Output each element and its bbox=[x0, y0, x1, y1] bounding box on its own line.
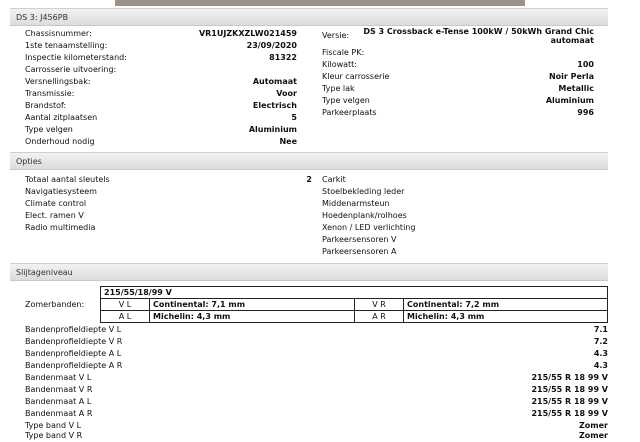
field-label: Type lak bbox=[322, 84, 355, 93]
tyre-brand-vr: Continental: 7,2 mm bbox=[403, 298, 608, 311]
wear-row: Bandenmaat A L 215/55 R 18 99 V bbox=[25, 397, 608, 406]
table-row: A L Michelin: 4,3 mm A R Michelin: 4,3 m… bbox=[100, 310, 608, 323]
field-versnellingsbak: Versnellingsbak: Automaat bbox=[25, 76, 297, 88]
field-value: Aluminium bbox=[248, 125, 297, 134]
field-value: 5 bbox=[291, 113, 297, 122]
field-type-velgen-right: Type velgen Aluminium bbox=[322, 95, 594, 107]
option-item: Totaal aantal sleutels 2 bbox=[25, 175, 312, 184]
option-item: Climate control bbox=[25, 199, 87, 208]
field-versie-label: Versie: bbox=[322, 31, 350, 40]
option-item: Stoelbekleding leder bbox=[322, 187, 405, 196]
option-item: Parkeersensoren A bbox=[322, 247, 397, 256]
wear-row: Bandenmaat A R 215/55 R 18 99 V bbox=[25, 409, 608, 418]
tyre-pos-al: A L bbox=[100, 310, 150, 323]
table-row: V L Continental: 7,1 mm V R Continental:… bbox=[100, 298, 608, 311]
field-value: 996 bbox=[577, 108, 594, 117]
option-item: Navigatiesysteem bbox=[25, 187, 97, 196]
option-item: Middenarmsteun bbox=[322, 199, 390, 208]
field-value: Automaat bbox=[252, 77, 297, 86]
tyre-brand-al: Michelin: 4,3 mm bbox=[149, 310, 355, 323]
tyre-brand-ar: Michelin: 4,3 mm bbox=[403, 310, 608, 323]
tyre-pos-vl: V L bbox=[100, 298, 150, 311]
option-item: Parkeersensoren V bbox=[322, 235, 397, 244]
field-zitplaatsen: Aantal zitplaatsen 5 bbox=[25, 112, 297, 124]
field-transmissie: Transmissie: Voor bbox=[25, 88, 297, 100]
option-item: Xenon / LED verlichting bbox=[322, 223, 416, 232]
tyre-brand-vl: Continental: 7,1 mm bbox=[149, 298, 355, 311]
field-chassisnummer: Chassisnummer: VR1UJZKXZLW021459 bbox=[25, 28, 297, 40]
field-label: 1ste tenaamstelling: bbox=[25, 41, 108, 50]
field-type-velgen: Type velgen Aluminium bbox=[25, 124, 297, 136]
tyre-pos-ar: A R bbox=[354, 310, 404, 323]
tyre-size-cell: 215/55/18/99 V bbox=[100, 286, 608, 299]
field-label: Parkeerplaats bbox=[322, 108, 377, 117]
tyre-pos-vr: V R bbox=[354, 298, 404, 311]
wear-row: Bandenprofieldiepte V L 7.1 bbox=[25, 325, 608, 334]
wear-row: Bandenprofieldiepte A R 4.3 bbox=[25, 361, 608, 370]
wear-row: Bandenprofieldiepte V R 7.2 bbox=[25, 337, 608, 346]
field-onderhoud: Onderhoud nodig Nee bbox=[25, 136, 297, 148]
field-label: Carrosserie uitvoering: bbox=[25, 65, 117, 74]
wear-row: Bandenmaat V L 215/55 R 18 99 V bbox=[25, 373, 608, 382]
option-item: Elect. ramen V bbox=[25, 211, 84, 220]
summer-tyres-label: Zomerbanden: bbox=[25, 300, 85, 309]
field-tenaamstelling: 1ste tenaamstelling: 23/09/2020 bbox=[25, 40, 297, 52]
field-value: 100 bbox=[577, 60, 594, 69]
field-value: 81322 bbox=[269, 53, 297, 62]
field-value: VR1UJZKXZLW021459 bbox=[198, 29, 297, 38]
field-value: Nee bbox=[279, 137, 297, 146]
field-value: Noir Perla bbox=[548, 72, 594, 81]
field-value: Aluminium bbox=[545, 96, 594, 105]
field-label: Inspectie kilometerstand: bbox=[25, 53, 127, 62]
field-label: Kilowatt: bbox=[322, 60, 357, 69]
field-label: Type velgen bbox=[322, 96, 370, 105]
field-label: Chassisnummer: bbox=[25, 29, 92, 38]
field-kleur: Kleur carrosserie Noir Perla bbox=[322, 71, 594, 83]
wear-row: Type band V R Zomer bbox=[25, 431, 608, 440]
wear-row: Bandenprofieldiepte A L 4.3 bbox=[25, 349, 608, 358]
field-value: 23/09/2020 bbox=[246, 41, 297, 50]
field-fiscale-pk: Fiscale PK: bbox=[322, 47, 594, 59]
option-item: Carkit bbox=[322, 175, 346, 184]
field-value: Metallic bbox=[558, 84, 594, 93]
vehicle-photo-strip bbox=[115, 0, 525, 6]
tyre-table: 215/55/18/99 V V L Continental: 7,1 mm V… bbox=[100, 286, 608, 323]
field-parkeerplaats: Parkeerplaats 996 bbox=[322, 107, 594, 119]
field-type-lak: Type lak Metallic bbox=[322, 83, 594, 95]
field-label: Fiscale PK: bbox=[322, 48, 365, 57]
field-label: Onderhoud nodig bbox=[25, 137, 95, 146]
field-kilometerstand: Inspectie kilometerstand: 81322 bbox=[25, 52, 297, 64]
field-label: Aantal zitplaatsen bbox=[25, 113, 98, 122]
field-carrosserie: Carrosserie uitvoering: bbox=[25, 64, 297, 76]
option-item: Hoedenplank/rolhoes bbox=[322, 211, 407, 220]
field-value: Electrisch bbox=[252, 101, 297, 110]
field-brandstof: Brandstof: Electrisch bbox=[25, 100, 297, 112]
field-label: Versnellingsbak: bbox=[25, 77, 91, 86]
wear-row: Bandenmaat V R 215/55 R 18 99 V bbox=[25, 385, 608, 394]
table-row: 215/55/18/99 V bbox=[100, 286, 608, 299]
wear-section-header: Slijtageniveau bbox=[10, 263, 608, 281]
field-value: Voor bbox=[276, 89, 297, 98]
options-section-header: Opties bbox=[10, 152, 608, 170]
field-label: Type velgen bbox=[25, 125, 73, 134]
field-label: Brandstof: bbox=[25, 101, 67, 110]
field-label: Kleur carrosserie bbox=[322, 72, 390, 81]
vehicle-section-header: DS 3: J456PB bbox=[10, 8, 608, 26]
field-kilowatt: Kilowatt: 100 bbox=[322, 59, 594, 71]
field-label: Transmissie: bbox=[25, 89, 75, 98]
field-versie-value-line2: automaat bbox=[550, 36, 594, 45]
option-item: Radio multimedia bbox=[25, 223, 96, 232]
